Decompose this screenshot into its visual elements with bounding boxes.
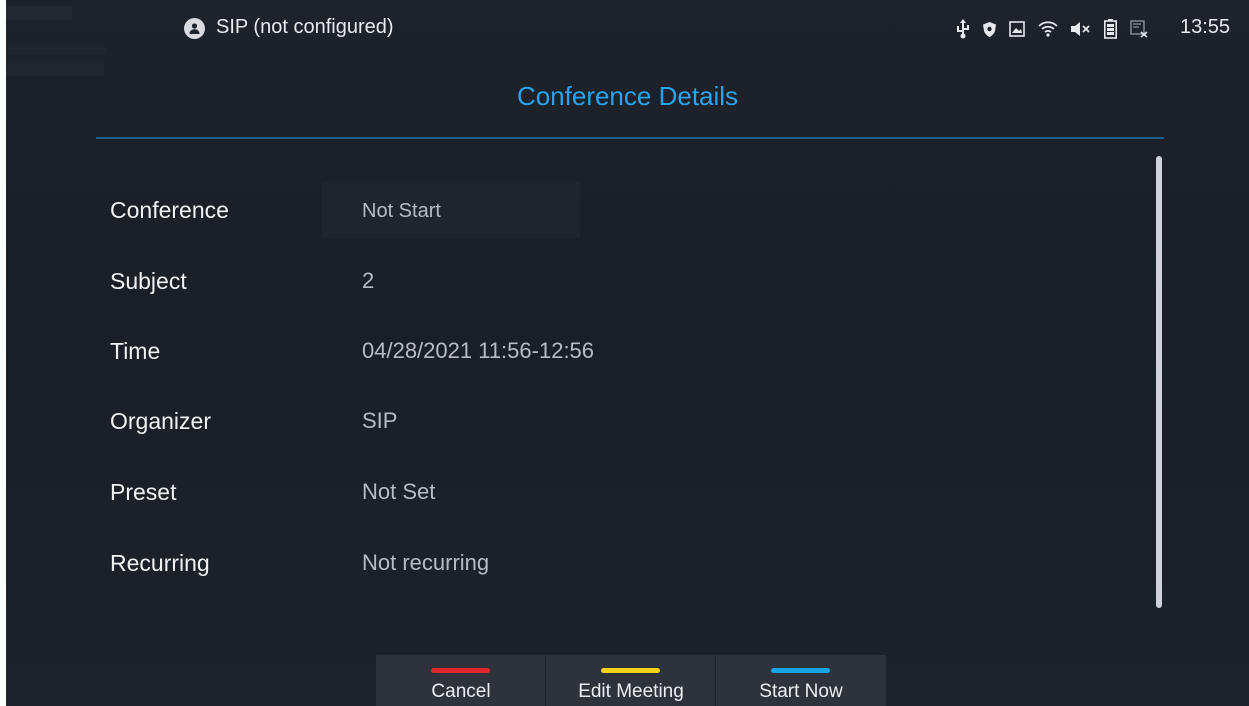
screen-cast-icon — [1130, 20, 1148, 38]
cancel-button-label: Cancel — [431, 681, 491, 702]
start-now-button[interactable]: Start Now — [716, 655, 886, 706]
detail-value: 2 — [362, 268, 375, 293]
page-title: Conference Details — [516, 81, 739, 111]
detail-row-time[interactable]: Time 04/28/2021 11:56-12:56 — [6, 338, 1106, 378]
detail-label: Preset — [110, 479, 177, 505]
start-now-button-label: Start Now — [759, 681, 843, 702]
edit-meeting-color-indicator — [601, 668, 660, 673]
account-status-label[interactable]: SIP (not configured) — [216, 16, 394, 39]
detail-value: 04/28/2021 11:56-12:56 — [362, 338, 595, 363]
detail-row-subject[interactable]: Subject 2 — [6, 268, 1106, 308]
usb-icon — [956, 19, 970, 39]
background-block — [6, 62, 104, 76]
detail-value: Not Start — [362, 200, 441, 222]
detail-value: Not recurring — [362, 550, 490, 575]
softkey-bar: Cancel Edit Meeting Start Now — [376, 655, 886, 706]
edit-meeting-button-label: Edit Meeting — [578, 681, 684, 702]
shield-icon — [983, 21, 996, 37]
detail-label: Recurring — [110, 550, 210, 576]
status-clock: 13:55 — [1180, 16, 1231, 38]
detail-row-organizer[interactable]: Organizer SIP — [6, 408, 1106, 448]
scrollbar[interactable] — [1156, 156, 1162, 608]
volume-mute-icon — [1071, 21, 1091, 37]
conference-details-list[interactable]: Conference Not Start Subject 2 Time 04/2… — [6, 140, 1249, 630]
detail-label: Time — [110, 338, 161, 364]
detail-row-preset[interactable]: Preset Not Set — [6, 479, 1106, 519]
start-now-color-indicator — [771, 668, 830, 673]
detail-label: Subject — [110, 268, 187, 294]
detail-label: Organizer — [110, 408, 211, 434]
wifi-icon — [1038, 21, 1058, 37]
status-bar: SIP (not configured) 13:55 — [6, 0, 1249, 56]
cancel-button[interactable]: Cancel — [376, 655, 546, 706]
status-icons — [956, 17, 1161, 41]
detail-label: Conference — [110, 197, 229, 223]
battery-icon — [1104, 19, 1117, 39]
cancel-color-indicator — [431, 668, 490, 673]
title-divider — [96, 137, 1164, 139]
detail-row-conference[interactable]: Conference Not Start — [6, 197, 1106, 237]
detail-value: Not Set — [362, 479, 436, 504]
edit-meeting-button[interactable]: Edit Meeting — [546, 655, 716, 706]
detail-value: SIP — [362, 408, 398, 433]
detail-row-recurring[interactable]: Recurring Not recurring — [6, 550, 1106, 590]
conference-details-screen: SIP (not configured) 13:55 Conference De… — [6, 0, 1249, 706]
account-icon[interactable] — [184, 18, 205, 39]
image-icon — [1009, 21, 1025, 37]
